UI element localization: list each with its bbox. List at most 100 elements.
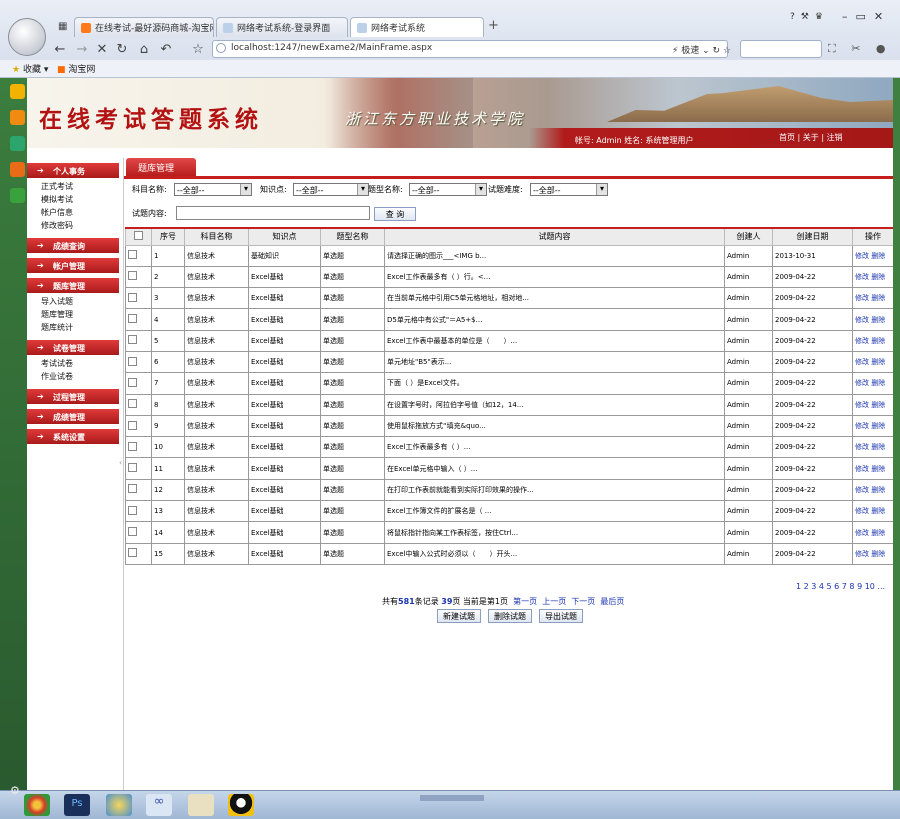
shop-icon[interactable]: [10, 162, 25, 177]
delete-link[interactable]: 删除: [871, 294, 885, 302]
delete-link[interactable]: 删除: [871, 358, 885, 366]
edit-link[interactable]: 修改: [855, 443, 869, 451]
edit-link[interactable]: 修改: [855, 252, 869, 260]
edit-link[interactable]: 修改: [855, 379, 869, 387]
qq-icon[interactable]: [228, 794, 254, 816]
favorites-icon[interactable]: [10, 84, 25, 99]
favorite-star-icon[interactable]: ☆: [190, 42, 206, 57]
row-checkbox[interactable]: [125, 350, 152, 374]
settings-gear-icon[interactable]: ⚙: [10, 784, 20, 797]
delete-link[interactable]: 删除: [871, 422, 885, 430]
edit-link[interactable]: 修改: [855, 316, 869, 324]
edit-link[interactable]: 修改: [855, 529, 869, 537]
menu-personal[interactable]: 个人事务: [27, 163, 119, 178]
about-link[interactable]: 关于: [803, 133, 819, 142]
row-checkbox[interactable]: [125, 478, 152, 502]
row-checkbox[interactable]: [125, 521, 152, 544]
new-tab-button[interactable]: +: [488, 18, 499, 33]
visual-studio-icon[interactable]: ∞: [146, 794, 172, 816]
home-icon[interactable]: ⌂: [136, 42, 152, 57]
nav-import-questions[interactable]: 导入试题: [27, 295, 122, 308]
prev-page-link[interactable]: 上一页: [542, 597, 566, 606]
photoshop-icon[interactable]: Ps: [64, 794, 90, 816]
edit-link[interactable]: 修改: [855, 507, 869, 515]
contacts-icon[interactable]: [10, 136, 25, 151]
difficulty-select[interactable]: --全部--: [530, 183, 608, 196]
content-input[interactable]: [176, 206, 370, 220]
edit-link[interactable]: 修改: [855, 422, 869, 430]
edit-link[interactable]: 修改: [855, 294, 869, 302]
app-icon[interactable]: [10, 188, 25, 203]
pagination[interactable]: 1 2 3 4 5 6 7 8 9 10 ...: [796, 582, 885, 591]
delete-link[interactable]: 删除: [871, 273, 885, 281]
row-checkbox[interactable]: [125, 287, 152, 310]
back-icon[interactable]: ←: [52, 42, 68, 57]
row-checkbox[interactable]: [125, 265, 152, 289]
bookmark-favorites[interactable]: 收藏: [23, 65, 41, 75]
menu-system-settings[interactable]: 系统设置: [27, 429, 119, 444]
menu-account-mgmt[interactable]: 帐户管理: [27, 258, 119, 273]
globe-app-icon[interactable]: [106, 794, 132, 816]
browser-logo-icon[interactable]: [8, 18, 46, 56]
stop-icon[interactable]: ✕: [94, 42, 110, 57]
window-tool-icons[interactable]: ?⚒♛: [790, 12, 829, 22]
nav-account-info[interactable]: 帐户信息: [27, 206, 122, 219]
nav-bank-mgmt[interactable]: 题库管理: [27, 308, 122, 321]
edit-link[interactable]: 修改: [855, 550, 869, 558]
last-page-link[interactable]: 最后页: [600, 597, 624, 606]
delete-link[interactable]: 删除: [871, 401, 885, 409]
search-input[interactable]: [740, 40, 822, 58]
delete-link[interactable]: 删除: [871, 337, 885, 345]
forward-icon[interactable]: →: [74, 42, 90, 57]
nav-exam-papers[interactable]: 考试试卷: [27, 357, 122, 370]
chrome-icon[interactable]: [24, 794, 50, 816]
speed-mode[interactable]: ⚡ 极速 ⌄ ↻ ☆: [672, 43, 731, 56]
nav-homework-papers[interactable]: 作业试卷: [27, 370, 122, 383]
delete-question-button[interactable]: 删除试题: [488, 609, 532, 623]
tab-login[interactable]: 网络考试系统-登录界面: [216, 17, 348, 37]
next-page-link[interactable]: 下一页: [571, 597, 595, 606]
delete-link[interactable]: 删除: [871, 379, 885, 387]
paint-icon[interactable]: [188, 794, 214, 816]
subject-select[interactable]: --全部--: [174, 183, 252, 196]
row-checkbox[interactable]: [125, 244, 152, 267]
query-button[interactable]: 查 询: [374, 207, 416, 221]
delete-link[interactable]: 删除: [871, 486, 885, 494]
collapse-handle[interactable]: ‹: [119, 458, 122, 467]
edit-link[interactable]: 修改: [855, 337, 869, 345]
delete-link[interactable]: 删除: [871, 529, 885, 537]
row-checkbox[interactable]: [125, 308, 152, 331]
row-checkbox[interactable]: [125, 542, 152, 565]
menu-process-mgmt[interactable]: 过程管理: [27, 389, 119, 404]
delete-link[interactable]: 删除: [871, 316, 885, 324]
first-page-link[interactable]: 第一页: [513, 597, 537, 606]
window-controls[interactable]: –▭✕: [842, 10, 891, 23]
toolbar-icons[interactable]: ⛶ ✂ ●: [828, 42, 892, 56]
new-question-button[interactable]: 新建试题: [437, 609, 481, 623]
nav-bank-stats[interactable]: 题库统计: [27, 321, 122, 334]
weibo-icon[interactable]: [10, 110, 25, 125]
refresh-icon[interactable]: ↻: [114, 42, 130, 57]
delete-link[interactable]: 删除: [871, 550, 885, 558]
tab-taobao[interactable]: 在线考试-最好源码商城-淘宝网: [74, 17, 214, 37]
menu-paper-mgmt[interactable]: 试卷管理: [27, 340, 119, 355]
row-checkbox[interactable]: [125, 414, 152, 438]
address-bar[interactable]: localhost:1247/newExame2/MainFrame.aspx: [212, 40, 728, 58]
menu-question-bank[interactable]: 题库管理: [27, 278, 119, 293]
row-checkbox[interactable]: [125, 372, 152, 395]
bookmark-taobao[interactable]: 淘宝网: [68, 65, 95, 75]
home-link[interactable]: 首页: [779, 133, 795, 142]
menu-score-mgmt[interactable]: 成绩管理: [27, 409, 119, 424]
tab-question-bank[interactable]: 题库管理: [126, 158, 196, 176]
row-checkbox[interactable]: [125, 436, 152, 459]
delete-link[interactable]: 删除: [871, 507, 885, 515]
undo-icon[interactable]: ↶: [158, 42, 174, 57]
delete-link[interactable]: 删除: [871, 443, 885, 451]
row-checkbox[interactable]: [125, 329, 152, 352]
edit-link[interactable]: 修改: [855, 358, 869, 366]
edit-link[interactable]: 修改: [855, 273, 869, 281]
row-checkbox[interactable]: [125, 500, 152, 523]
edit-link[interactable]: 修改: [855, 401, 869, 409]
menu-score-query[interactable]: 成绩查询: [27, 238, 119, 253]
row-checkbox[interactable]: [125, 457, 152, 480]
